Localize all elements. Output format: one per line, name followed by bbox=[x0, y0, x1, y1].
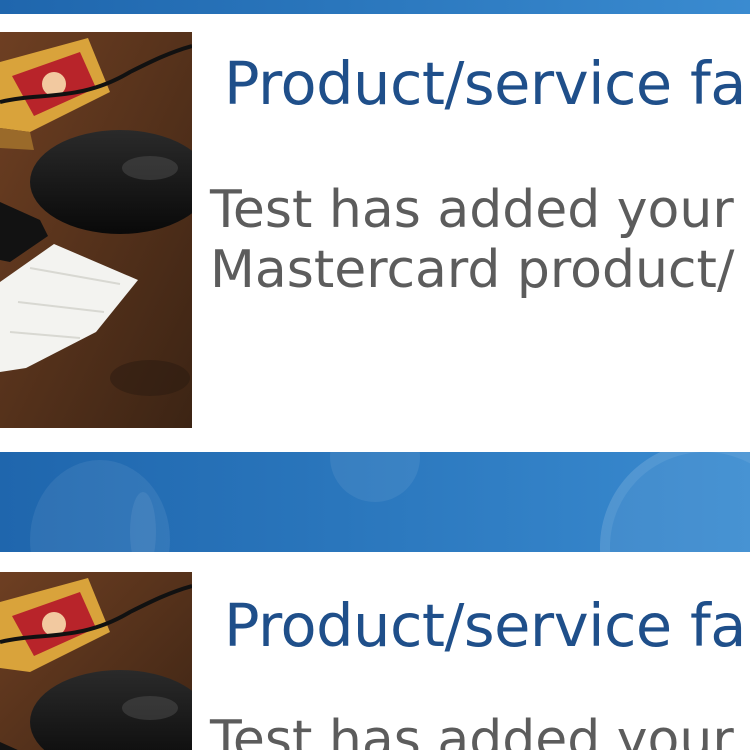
notification-card[interactable]: Product/service fa Test has added your S… bbox=[0, 14, 750, 452]
card-title: Product/service fa bbox=[224, 49, 746, 118]
product-thumbnail bbox=[0, 32, 192, 428]
product-thumbnail bbox=[0, 572, 192, 750]
banner-watermark bbox=[330, 452, 420, 502]
banner-watermark bbox=[600, 452, 750, 552]
card-description-line: Test has added your S bbox=[210, 180, 750, 240]
card-description: Test has added your S Mastercard product… bbox=[210, 180, 750, 300]
card-description-line: Mastercard product/ bbox=[210, 240, 735, 300]
card-description-line: Test has added your bbox=[210, 710, 734, 750]
section-banner bbox=[0, 452, 750, 552]
card-title: Product/service fa bbox=[224, 591, 746, 660]
card-description: Test has added your bbox=[210, 710, 750, 750]
notification-card[interactable]: Product/service fa Test has added your bbox=[0, 552, 750, 750]
top-banner bbox=[0, 0, 750, 14]
